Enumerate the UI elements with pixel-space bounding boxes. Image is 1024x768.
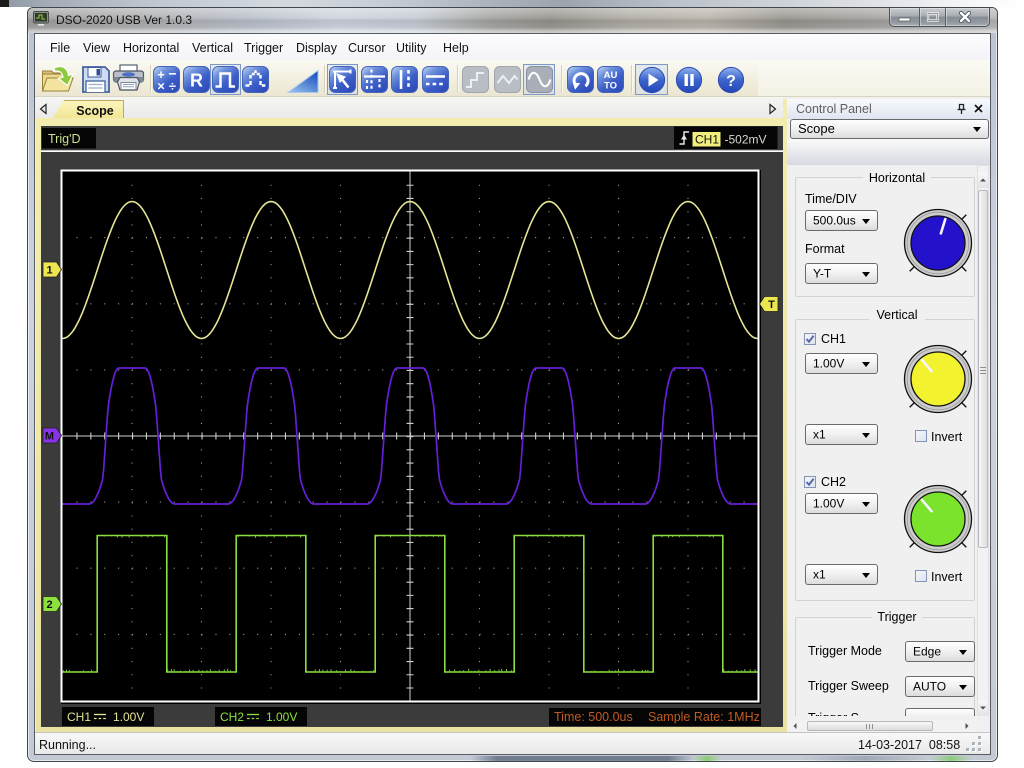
svg-text:÷: ÷ [168,79,175,94]
svg-text:Trig'D: Trig'D [48,132,80,146]
svg-text:T: T [768,299,775,311]
svg-text:Sample Rate: 1MHz: Sample Rate: 1MHz [648,710,760,724]
svg-text:1: 1 [46,265,52,277]
svg-text:?: ? [726,73,736,90]
svg-text:R: R [190,71,203,91]
svg-text:×: × [157,79,165,94]
svg-text:Time: 500.0us: Time: 500.0us [554,710,633,724]
svg-text:1.00V: 1.00V [266,710,297,724]
svg-text:1.00V: 1.00V [113,710,144,724]
svg-text:AU: AU [604,70,618,81]
svg-text:CH1: CH1 [67,710,91,724]
svg-text:TO: TO [604,81,617,92]
svg-text:CH1: CH1 [695,133,719,147]
svg-text:-502mV: -502mV [725,133,767,147]
svg-text:CH2: CH2 [220,710,244,724]
svg-text:2: 2 [46,599,52,611]
svg-text:M: M [45,431,54,443]
